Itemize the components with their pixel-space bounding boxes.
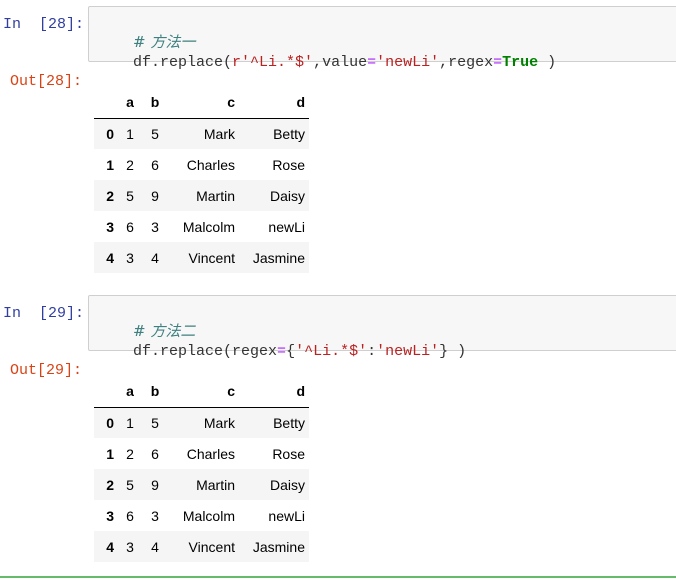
row-index: 1 (106, 445, 114, 462)
table-cell: 1 (126, 414, 134, 431)
code-token: { (286, 343, 296, 360)
table-cell: 6 (126, 507, 134, 524)
table-cell: Daisy (269, 476, 305, 493)
code-operator: = (367, 54, 377, 71)
code-token: ) (538, 54, 557, 71)
table-cell: Rose (272, 156, 305, 173)
dataframe-output-29: a b c d 0 1 5 Mark Betty 1 2 6 Charles R… (94, 376, 309, 562)
table-cell: 6 (126, 218, 134, 235)
dataframe-output-28: a b c d 0 1 5 Mark Betty 1 2 6 Charles R… (94, 87, 309, 273)
table-cell: 4 (151, 249, 159, 266)
column-header: b (142, 87, 168, 119)
row-index: 3 (106, 507, 114, 524)
code-token: ,regex (439, 54, 494, 71)
code-line-replace: df.replace(r'^Li.*$',value='newLi',regex… (97, 37, 556, 88)
code-string: '^Li.*$' (295, 343, 368, 360)
column-header: c (168, 87, 239, 119)
column-header: b (142, 376, 168, 408)
table-row: 4 3 4 Vincent Jasmine (94, 531, 309, 562)
output-prompt-29: Out[29]: (10, 362, 83, 379)
table-row: 2 5 9 Martin Daisy (94, 180, 309, 211)
table-row: 4 3 4 Vincent Jasmine (94, 242, 309, 273)
row-index: 4 (106, 249, 114, 266)
code-line-replace: df.replace(regex={'^Li.*$':'newLi'} ) (97, 326, 466, 377)
table-cell: 9 (151, 187, 159, 204)
table-cell: Mark (203, 125, 235, 142)
table-row: 3 6 3 Malcolm newLi (94, 500, 309, 531)
table-cell: Vincent (188, 538, 235, 555)
column-header: c (168, 376, 239, 408)
code-string: 'newLi' (376, 343, 440, 360)
table-cell: 3 (151, 218, 159, 235)
table-cell: 6 (151, 445, 159, 462)
table-cell: Martin (196, 476, 235, 493)
table-cell: 6 (151, 156, 159, 173)
code-token: } ) (439, 343, 467, 360)
column-header: d (239, 87, 309, 119)
table-cell: 1 (126, 125, 134, 142)
table-cell: Jasmine (252, 538, 305, 555)
table-cell: Betty (273, 125, 305, 142)
table-cell: 5 (151, 414, 159, 431)
input-prompt-28: In [28]: (3, 16, 85, 33)
table-cell: Vincent (188, 249, 235, 266)
column-header: a (118, 376, 142, 408)
table-cell: Charles (186, 445, 235, 462)
table-row: 0 1 5 Mark Betty (94, 118, 309, 149)
code-cell-29[interactable]: # 方法二 df.replace(regex={'^Li.*$':'newLi'… (88, 295, 676, 360)
table-row: 1 2 6 Charles Rose (94, 438, 309, 469)
table-cell: Daisy (269, 187, 305, 204)
code-string: r'^Li.*$' (232, 54, 314, 71)
code-cell-28[interactable]: # 方法一 df.replace(r'^Li.*$',value='newLi'… (88, 6, 676, 71)
code-token: df.replace( (133, 54, 233, 71)
row-index: 0 (106, 125, 114, 142)
output-prompt-28: Out[28]: (10, 73, 83, 90)
table-cell: Jasmine (252, 249, 305, 266)
active-cell-indicator (0, 576, 676, 578)
code-keyword: True (502, 54, 539, 71)
table-row: 0 1 5 Mark Betty (94, 407, 309, 438)
code-operator: = (493, 54, 503, 71)
input-prompt-29: In [29]: (3, 305, 85, 322)
table-row: 2 5 9 Martin Daisy (94, 469, 309, 500)
table-cell: 4 (151, 538, 159, 555)
code-string: 'newLi' (376, 54, 440, 71)
row-index: 3 (106, 218, 114, 235)
table-cell: 3 (126, 249, 134, 266)
index-header (94, 376, 118, 408)
column-header: a (118, 87, 142, 119)
table-cell: 2 (126, 156, 134, 173)
row-index: 2 (106, 476, 114, 493)
code-token: : (367, 343, 377, 360)
index-header (94, 87, 118, 119)
table-cell: 3 (126, 538, 134, 555)
row-index: 0 (106, 414, 114, 431)
table-cell: 5 (151, 125, 159, 142)
row-index: 4 (106, 538, 114, 555)
column-header: d (239, 376, 309, 408)
table-cell: 5 (126, 187, 134, 204)
row-index: 2 (106, 187, 114, 204)
table-cell: Betty (273, 414, 305, 431)
table-cell: Malcolm (182, 218, 235, 235)
code-token: df.replace(regex (133, 343, 278, 360)
code-operator: = (277, 343, 287, 360)
table-cell: newLi (268, 218, 305, 235)
row-index: 1 (106, 156, 114, 173)
table-row: 3 6 3 Malcolm newLi (94, 211, 309, 242)
table-cell: Charles (186, 156, 235, 173)
table-cell: 3 (151, 507, 159, 524)
table-row: 1 2 6 Charles Rose (94, 149, 309, 180)
table-cell: Martin (196, 187, 235, 204)
table-cell: 2 (126, 445, 134, 462)
table-cell: Mark (203, 414, 235, 431)
code-token: ,value (313, 54, 368, 71)
table-cell: newLi (268, 507, 305, 524)
table-cell: 5 (126, 476, 134, 493)
table-cell: Malcolm (182, 507, 235, 524)
table-cell: Rose (272, 445, 305, 462)
table-cell: 9 (151, 476, 159, 493)
